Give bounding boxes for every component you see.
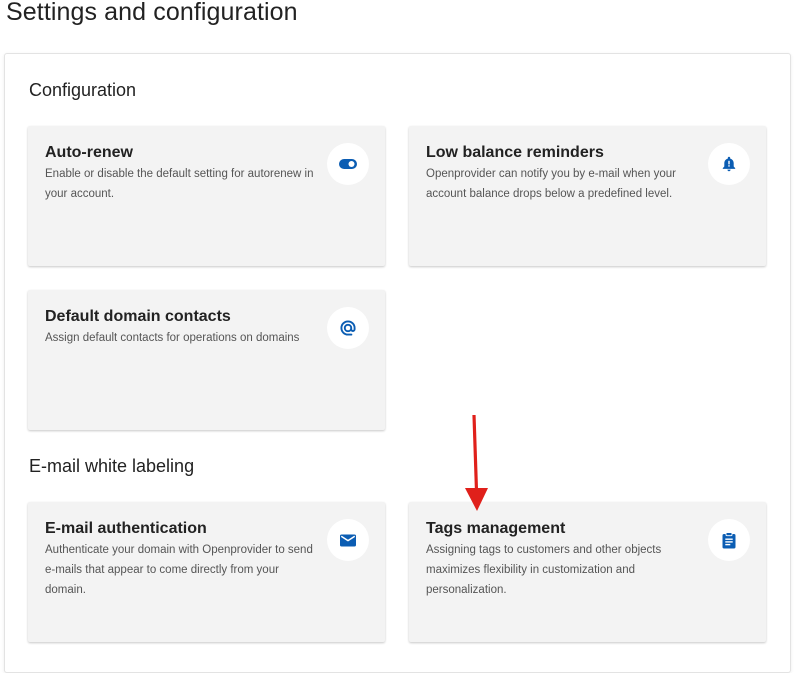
section-heading-configuration: Configuration (29, 80, 137, 100)
card-description: Assign default contacts for operations o… (45, 332, 300, 344)
card-title: E-mail authentication (45, 520, 207, 537)
card-description: Enable or disable the default setting fo… (45, 168, 314, 200)
page-title: Settings and configuration (6, 0, 298, 26)
clipboard-icon (708, 519, 750, 561)
card-tags-management[interactable]: Tags management Assigning tags to custom… (409, 502, 766, 642)
card-default-domain-contacts[interactable]: Default domain contacts Assign default c… (28, 290, 385, 430)
section-heading-email-white-labeling: E-mail white labeling (29, 456, 195, 476)
card-description: Openprovider can notify you by e-mail wh… (426, 168, 676, 200)
card-title: Default domain contacts (45, 308, 231, 325)
annotation-arrow-icon (465, 414, 488, 511)
bell-alert-icon (708, 143, 750, 185)
card-description: Assigning tags to customers and other ob… (426, 544, 662, 596)
card-title: Low balance reminders (426, 144, 604, 161)
envelope-icon (327, 519, 369, 561)
card-auto-renew[interactable]: Auto-renew Enable or disable the default… (28, 126, 385, 266)
card-email-authentication[interactable]: E-mail authentication Authenticate your … (28, 502, 385, 642)
card-low-balance-reminders[interactable]: Low balance reminders Openprovider can n… (409, 126, 766, 266)
card-title: Auto-renew (45, 144, 133, 161)
card-title: Tags management (426, 520, 566, 537)
card-description: Authenticate your domain with Openprovid… (45, 544, 313, 596)
toggle-icon (327, 143, 369, 185)
at-sign-icon (327, 307, 369, 349)
